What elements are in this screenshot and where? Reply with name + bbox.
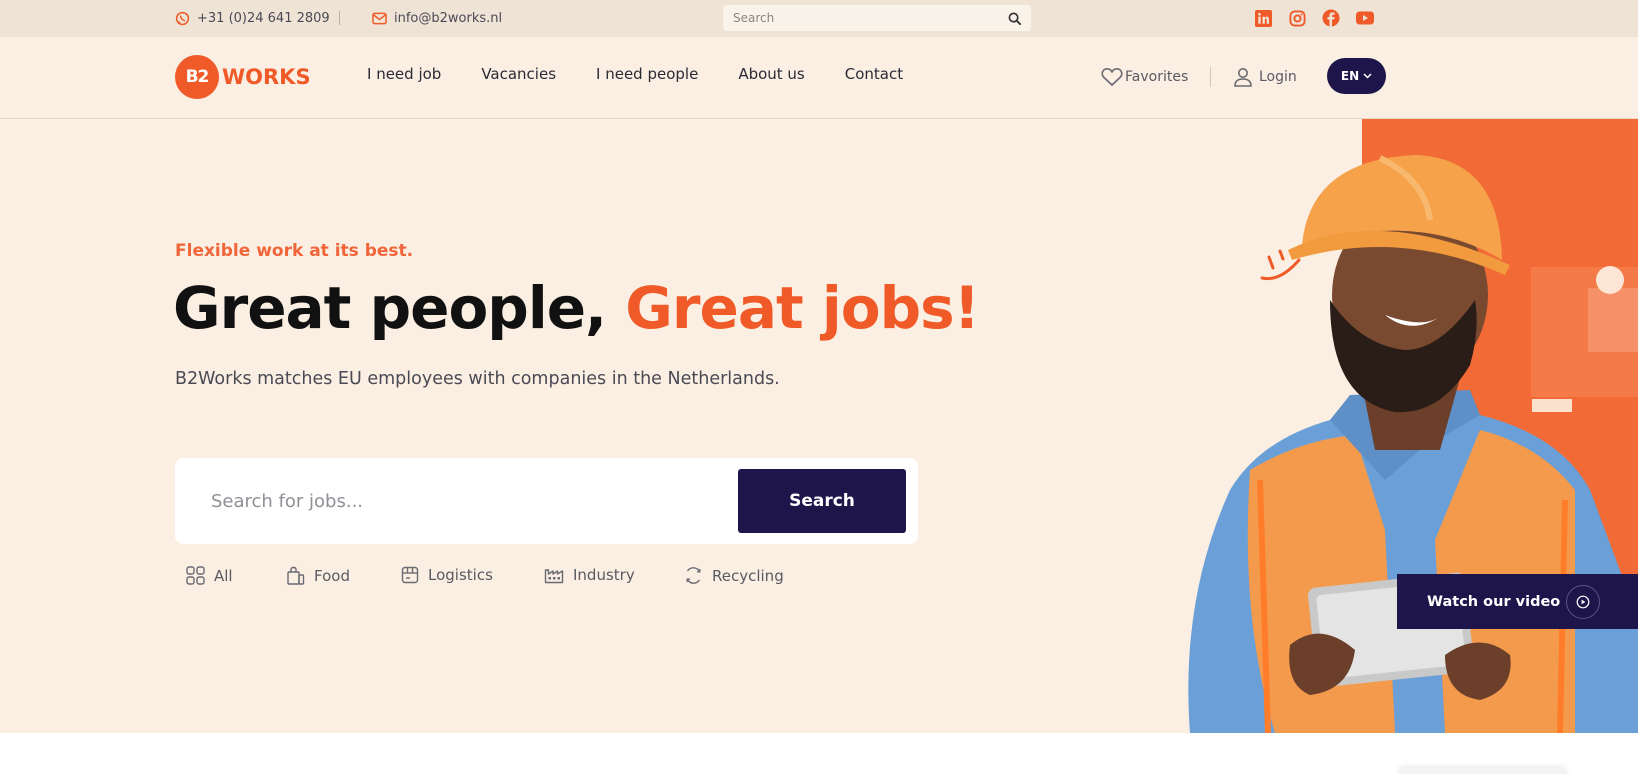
- job-search-input[interactable]: [211, 482, 711, 520]
- worker-photo: [1188, 155, 1638, 733]
- divider: [339, 11, 340, 25]
- email-address[interactable]: info@b2works.nl: [394, 11, 502, 26]
- job-search-button[interactable]: Search: [738, 469, 906, 533]
- category-label: All: [214, 566, 233, 585]
- b2works-logo[interactable]: B2 WORKS: [175, 55, 311, 99]
- category-label: Food: [314, 566, 350, 585]
- top-search-box: [723, 5, 1031, 31]
- logo-wordmark: WORKS: [222, 65, 311, 89]
- logo-mark: B2: [175, 55, 219, 99]
- instagram-icon[interactable]: [1288, 9, 1306, 27]
- category-food[interactable]: Food: [286, 566, 350, 585]
- hero-title-main: Great people,: [173, 274, 626, 342]
- package-icon: [401, 566, 419, 584]
- top-bar: +31 (0)24 641 2809 info@b2works.nl: [0, 0, 1638, 37]
- play-circle-icon: [1566, 584, 1601, 619]
- main-header: B2 WORKS I need job Vacancies I need peo…: [0, 37, 1638, 119]
- category-label: Logistics: [428, 566, 493, 584]
- category-industry[interactable]: Industry: [544, 566, 635, 584]
- category-label: Industry: [573, 566, 635, 584]
- nav-contact[interactable]: Contact: [845, 65, 903, 83]
- factory-icon: [544, 569, 564, 584]
- main-nav: I need job Vacancies I need people About…: [367, 65, 943, 83]
- watch-video-label: Watch our video: [1427, 593, 1561, 610]
- youtube-icon[interactable]: [1356, 9, 1374, 27]
- nav-i-need-job[interactable]: I need job: [367, 65, 441, 83]
- linkedin-icon[interactable]: [1254, 9, 1272, 27]
- grid-icon: [186, 566, 205, 585]
- category-label: Recycling: [712, 566, 784, 585]
- favorites-label: Favorites: [1125, 69, 1189, 85]
- shopping-bag-icon: [287, 566, 305, 585]
- social-links: [1254, 9, 1374, 27]
- search-icon[interactable]: [1008, 12, 1021, 25]
- top-search-input[interactable]: [733, 11, 1008, 25]
- heart-icon: [1101, 67, 1123, 86]
- facebook-icon[interactable]: [1322, 9, 1340, 27]
- login-label: Login: [1259, 69, 1297, 85]
- floating-card-edge: [1398, 768, 1568, 774]
- login-link[interactable]: Login: [1233, 58, 1297, 96]
- phone-contact[interactable]: +31 (0)24 641 2809: [175, 0, 330, 37]
- favorites-link[interactable]: Favorites: [1101, 58, 1188, 96]
- user-icon: [1234, 68, 1252, 87]
- header-divider: [1210, 67, 1211, 87]
- hero-subtitle: B2Works matches EU employees with compan…: [175, 369, 780, 389]
- recycle-icon: [686, 567, 701, 584]
- category-recycling[interactable]: Recycling: [684, 566, 784, 585]
- category-logistics[interactable]: Logistics: [401, 566, 493, 584]
- job-search-box: Search: [175, 458, 918, 544]
- nav-about-us[interactable]: About us: [738, 65, 804, 83]
- chevron-down-icon: [1363, 73, 1372, 79]
- language-code: EN: [1340, 69, 1360, 83]
- next-section: [0, 733, 1638, 774]
- mail-icon: [372, 12, 387, 25]
- watch-video-button[interactable]: Watch our video: [1397, 574, 1638, 629]
- whatsapp-icon: [175, 11, 190, 26]
- hero-title-accent: Great jobs!: [625, 274, 980, 342]
- nav-vacancies[interactable]: Vacancies: [481, 65, 556, 83]
- email-contact[interactable]: info@b2works.nl: [372, 0, 502, 37]
- phone-number[interactable]: +31 (0)24 641 2809: [197, 11, 330, 26]
- hero-title: Great people, Great jobs!: [173, 274, 980, 342]
- category-all[interactable]: All: [186, 566, 233, 585]
- nav-i-need-people[interactable]: I need people: [596, 65, 698, 83]
- language-selector[interactable]: EN: [1327, 58, 1386, 94]
- hero-eyebrow: Flexible work at its best.: [175, 241, 414, 261]
